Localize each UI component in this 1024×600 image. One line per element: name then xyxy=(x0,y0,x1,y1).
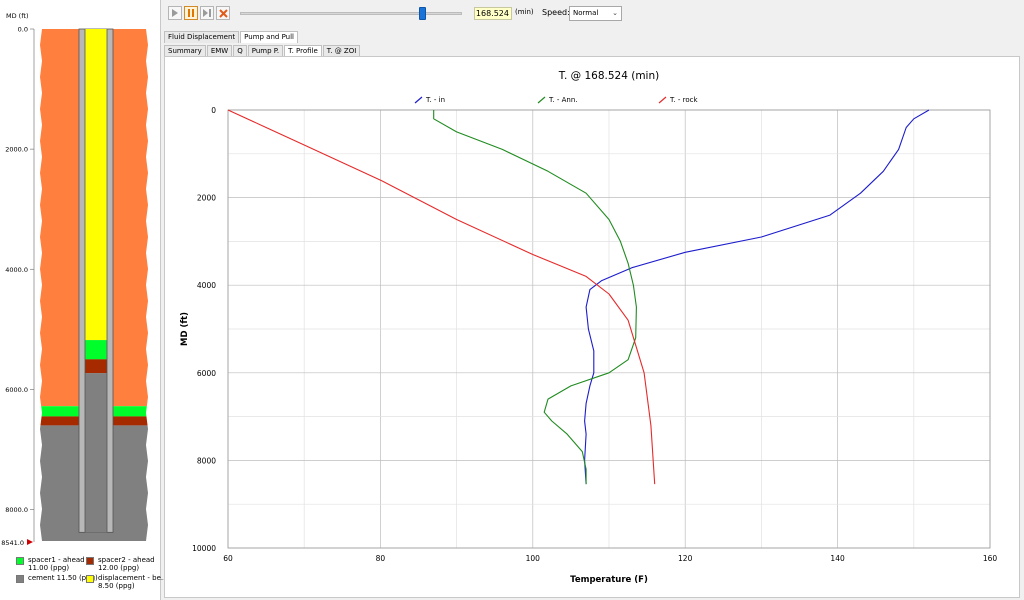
legend-label-line: spacer2 - ahead xyxy=(98,556,155,564)
y-tick-label: 4000 xyxy=(197,281,216,290)
legend-item: displacement - be... 8.50 (ppg) xyxy=(86,574,168,590)
well-schematic-panel: MD (ft) 0.0 2000.0 4000.0 6000.0 8000.0 8541.0… xyxy=(0,0,168,600)
x-tick-label: 60 xyxy=(223,554,233,563)
time-unit-label: (min) xyxy=(515,8,534,16)
series-line-t-rock xyxy=(227,109,656,485)
chart-legend-label: T. - Ann. xyxy=(548,96,578,104)
stop-icon xyxy=(218,8,228,18)
time-slider-track[interactable] xyxy=(240,12,462,15)
step-forward-icon xyxy=(203,9,211,17)
legend-item: spacer2 - ahead 12.00 (ppg) xyxy=(86,556,155,572)
md-tick-label: 8000.0 xyxy=(5,506,28,514)
speed-select[interactable]: Normal ⌄ xyxy=(569,6,622,21)
pause-icon xyxy=(188,9,194,17)
legend-label-line: 11.00 (ppg) xyxy=(28,564,70,572)
series-line-t-ann xyxy=(433,110,637,485)
x-tick-label: 120 xyxy=(678,554,693,563)
chart-title: T. @ 168.524 (min) xyxy=(558,70,659,82)
pipe-spacer1-interval xyxy=(85,340,107,360)
x-tick-label: 100 xyxy=(526,554,541,563)
y-axis-label: MD (ft) xyxy=(180,312,190,346)
pipe-spacer2-interval xyxy=(85,359,107,374)
legend-swatch xyxy=(16,557,24,565)
tab-fluid-displacement[interactable]: Fluid Displacement xyxy=(164,31,240,43)
play-button[interactable] xyxy=(168,6,182,20)
legend-swatch xyxy=(86,557,94,565)
chart-panel: T. @ 168.524 (min) 60 80 100 120 140 160 0 2000 4… xyxy=(164,56,1020,598)
speed-select-value: Normal xyxy=(573,9,599,17)
pause-button[interactable] xyxy=(184,6,198,20)
legend-item: spacer1 - ahead 11.00 (ppg) xyxy=(16,556,85,572)
chart-legend-label: T. - rock xyxy=(669,96,699,104)
legend-label-line: 8.50 (ppg) xyxy=(98,582,135,590)
chart-legend-label: T. - in xyxy=(425,96,445,104)
x-tick-label: 140 xyxy=(830,554,845,563)
bottom-depth-marker-icon xyxy=(27,539,33,545)
chart-legend-swatch xyxy=(658,96,667,104)
pipe-cement-interval xyxy=(85,373,107,533)
step-forward-button[interactable] xyxy=(200,6,214,20)
pipe-displacement-interval xyxy=(85,29,107,341)
legend-label: spacer2 - ahead 12.00 (ppg) xyxy=(98,556,155,572)
stop-button[interactable] xyxy=(216,6,230,20)
chevron-down-icon: ⌄ xyxy=(612,9,618,17)
legend-label-line: displacement - be... xyxy=(98,574,168,582)
md-tick-label: 6000.0 xyxy=(5,386,28,394)
md-tick-label: 4000.0 xyxy=(5,266,28,274)
y-tick-label: 10000 xyxy=(192,544,216,553)
legend-label-line: spacer1 - ahead xyxy=(28,556,85,564)
y-tick-label: 0 xyxy=(211,106,216,115)
well-schematic: MD (ft) 0.0 2000.0 4000.0 6000.0 8000.0 8541.0 xyxy=(1,12,148,547)
x-tick-label: 80 xyxy=(376,554,386,563)
speed-label: Speed: xyxy=(542,8,570,17)
md-axis-label: MD (ft) xyxy=(6,12,28,20)
chart-legend-swatch xyxy=(414,96,423,104)
time-value-field[interactable]: 168.524 xyxy=(474,7,512,20)
series-line-t-in xyxy=(584,109,930,485)
legend-label: displacement - be... 8.50 (ppg) xyxy=(98,574,168,590)
chart-legend-swatch xyxy=(537,96,546,104)
md-tick-label: 0.0 xyxy=(18,26,28,34)
legend-label: spacer1 - ahead 11.00 (ppg) xyxy=(28,556,85,572)
y-tick-label: 8000 xyxy=(197,456,216,465)
legend-label-line: 12.00 (ppg) xyxy=(98,564,140,572)
legend-swatch xyxy=(16,575,24,583)
top-tab-bar: Fluid Displacement Pump and Pull xyxy=(164,31,299,43)
y-tick-label: 6000 xyxy=(197,369,216,378)
tab-pump-and-pull[interactable]: Pump and Pull xyxy=(240,31,298,43)
time-slider-thumb[interactable] xyxy=(419,7,427,20)
y-tick-label: 2000 xyxy=(197,194,216,203)
x-tick-label: 160 xyxy=(983,554,998,563)
md-tick-label: 2000.0 xyxy=(5,146,28,154)
temperature-profile-chart: T. @ 168.524 (min) 60 80 100 120 140 160 0 2000 4… xyxy=(180,70,998,585)
play-icon xyxy=(172,9,178,17)
playback-toolbar: 168.524 (min) Speed: Normal ⌄ xyxy=(164,0,1024,28)
x-axis-label: Temperature (F) xyxy=(570,575,648,585)
md-bottom-label: 8541.0 xyxy=(1,539,24,547)
legend-swatch xyxy=(86,575,94,583)
